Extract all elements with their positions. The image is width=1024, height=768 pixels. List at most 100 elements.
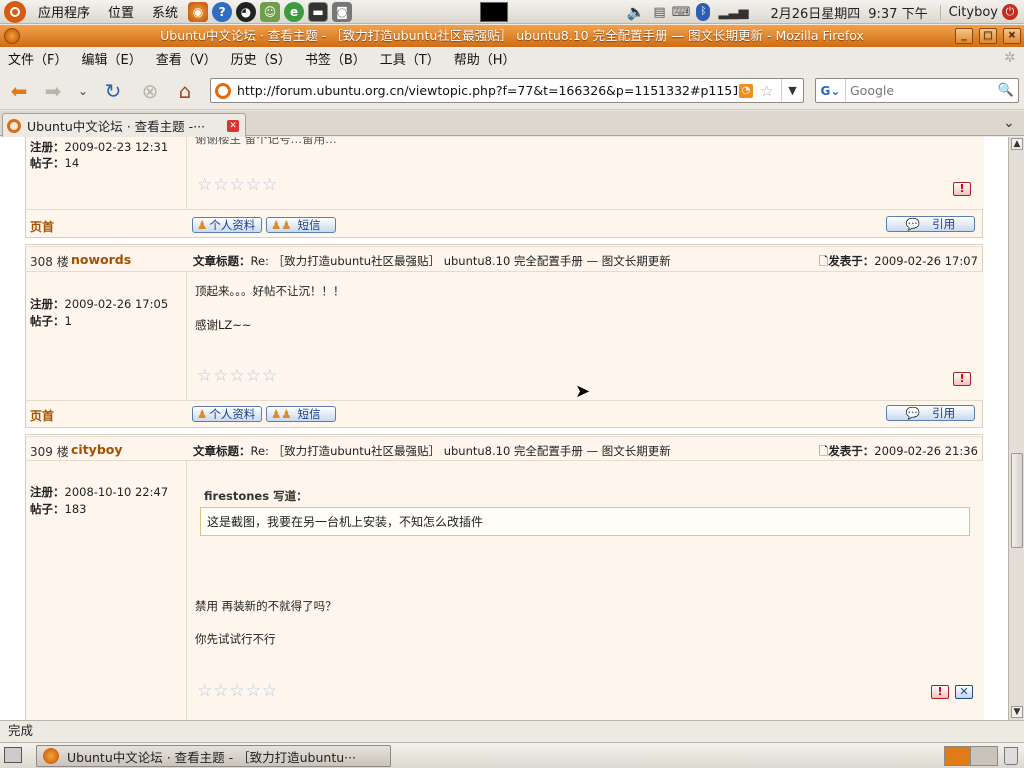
post-floor: 309 楼 bbox=[30, 445, 69, 459]
back-arrow-icon[interactable]: ⬅ bbox=[6, 78, 32, 104]
url-dropdown-icon[interactable]: ▼ bbox=[781, 79, 803, 102]
workspace-switcher[interactable] bbox=[944, 746, 998, 766]
menu-history[interactable]: 历史（S） bbox=[231, 49, 291, 68]
help-launcher-icon[interactable]: ? bbox=[212, 1, 233, 22]
scroll-up-arrow-icon[interactable]: ▲ bbox=[1011, 138, 1023, 150]
delete-post-icon[interactable]: ✕ bbox=[955, 685, 973, 699]
url-bar[interactable]: ◔ ☆ ▼ bbox=[210, 78, 804, 103]
search-bar[interactable]: G⌄ 🔍 bbox=[815, 78, 1019, 103]
report-post-icon[interactable]: ! bbox=[953, 372, 971, 386]
stop-icon[interactable]: ⊗ bbox=[137, 78, 163, 104]
workspace-2[interactable] bbox=[971, 747, 997, 765]
post-doc-icon: 🗋 bbox=[819, 444, 829, 458]
vertical-scrollbar[interactable]: ▲ ▼ bbox=[1008, 137, 1024, 720]
user-switcher[interactable]: Cityboy bbox=[939, 4, 998, 20]
top-link[interactable]: 页首 bbox=[30, 218, 54, 235]
firefox-launcher-icon[interactable]: ◉ bbox=[188, 1, 209, 22]
bluetooth-icon[interactable]: ᛒ bbox=[696, 3, 711, 21]
taskbar-firefox-button[interactable]: Ubuntu中文论坛 · 查看主题 - ［致力打造ubuntu··· bbox=[36, 745, 391, 767]
terminal-icon[interactable]: ▬ bbox=[308, 1, 329, 22]
clock-date[interactable]: 2月26日星期四 bbox=[770, 3, 860, 22]
menu-file[interactable]: 文件（F） bbox=[8, 49, 67, 68]
url-input[interactable] bbox=[237, 83, 737, 98]
post-text-line: 感谢LZ~~ bbox=[195, 318, 252, 332]
firefox-task-icon bbox=[43, 748, 59, 764]
post-author[interactable]: cityboy bbox=[71, 442, 123, 457]
screenshot-icon[interactable]: ◙ bbox=[332, 1, 353, 22]
users-icon: ♟♟ bbox=[271, 407, 292, 421]
report-post-icon[interactable]: ! bbox=[953, 182, 971, 196]
maximize-button[interactable]: □ bbox=[979, 28, 997, 44]
window-menu-icon[interactable] bbox=[4, 28, 20, 44]
tab-favicon-icon bbox=[7, 118, 21, 133]
system-menu[interactable]: 系统 bbox=[152, 2, 178, 21]
scroll-thumb[interactable] bbox=[1011, 453, 1023, 548]
menu-tools[interactable]: 工具（T） bbox=[380, 49, 440, 68]
rss-feed-icon[interactable]: ◔ bbox=[739, 83, 753, 98]
history-dropdown-icon[interactable]: ⌄ bbox=[70, 78, 96, 104]
report-post-icon[interactable]: ! bbox=[931, 685, 949, 699]
qq-penguin-icon[interactable]: ◕ bbox=[236, 1, 257, 22]
close-window-button[interactable]: ✕ bbox=[1003, 28, 1021, 44]
page-content: 注册：2009-02-23 12:31 帖子：14 谢谢楼主 留个记号…留用… … bbox=[0, 137, 1008, 720]
ie-launcher-icon[interactable]: e bbox=[284, 1, 305, 22]
power-icon[interactable]: ⏻ bbox=[1002, 4, 1018, 20]
posted-date: 2009-02-26 17:07 bbox=[874, 254, 978, 268]
posts-label: 帖子： bbox=[30, 156, 65, 170]
window-titlebar[interactable]: Ubuntu中文论坛 · 查看主题 - ［致力打造ubuntu社区最强贴］ ub… bbox=[0, 25, 1024, 47]
user-icon: ♟ bbox=[197, 407, 208, 421]
posted-label: 发表于： bbox=[828, 444, 875, 458]
search-input[interactable] bbox=[850, 83, 990, 98]
tab-forum[interactable]: Ubuntu中文论坛 · 查看主题 -··· ✕ bbox=[2, 113, 246, 137]
menu-bookmarks[interactable]: 书签（B） bbox=[305, 49, 366, 68]
menu-view[interactable]: 查看（V） bbox=[156, 49, 217, 68]
rating-stars-icon[interactable]: ☆☆☆☆☆ bbox=[197, 366, 278, 386]
menu-help[interactable]: 帮助（H） bbox=[454, 49, 516, 68]
profile-button[interactable]: ♟ 个人资料 bbox=[192, 406, 262, 422]
clock-time[interactable]: 9:37 下午 bbox=[868, 3, 927, 22]
user-icon: ♟ bbox=[197, 218, 208, 232]
post-body: 谢谢楼主 留个记号…留用… ☆☆☆☆☆ ! bbox=[186, 137, 984, 209]
workspace-1[interactable] bbox=[945, 747, 972, 765]
post-author[interactable]: nowords bbox=[71, 252, 131, 267]
pm-button[interactable]: ♟♟ 短信 bbox=[266, 406, 336, 422]
scroll-down-arrow-icon[interactable]: ▼ bbox=[1011, 706, 1023, 718]
search-magnifier-icon[interactable]: 🔍 bbox=[998, 83, 1014, 98]
ubuntu-logo-icon[interactable] bbox=[4, 0, 26, 23]
tab-list-chevron-icon[interactable]: ⌄ bbox=[1003, 115, 1015, 131]
home-icon[interactable]: ⌂ bbox=[172, 78, 198, 104]
keyboard-icon[interactable]: ⌨ bbox=[672, 5, 691, 20]
trash-icon[interactable] bbox=[1004, 747, 1018, 765]
post-count: 183 bbox=[64, 502, 87, 516]
show-desktop-icon[interactable] bbox=[4, 747, 22, 763]
menu-edit[interactable]: 编辑（E） bbox=[81, 49, 141, 68]
post-doc-icon: 🗋 bbox=[819, 254, 829, 268]
applications-menu[interactable]: 应用程序 bbox=[38, 2, 90, 21]
reload-icon[interactable]: ↻ bbox=[100, 78, 126, 104]
top-link[interactable]: 页首 bbox=[30, 407, 54, 424]
tab-close-icon[interactable]: ✕ bbox=[227, 119, 239, 132]
posted-label: 发表于： bbox=[828, 254, 875, 268]
post-body: firestones 写道： 这是截图，我要在另一台机上安装，不知怎么改插件 禁… bbox=[186, 461, 984, 720]
rating-stars-icon[interactable]: ☆☆☆☆☆ bbox=[197, 681, 278, 701]
black-window-icon[interactable] bbox=[480, 2, 508, 22]
contacts-icon[interactable]: ☺ bbox=[260, 1, 281, 22]
quote-button[interactable]: 💬 引用 bbox=[886, 405, 975, 421]
posts-label: 帖子： bbox=[30, 314, 65, 328]
profile-button[interactable]: ♟ 个人资料 bbox=[192, 217, 262, 233]
panel-tray: 🔈 ▤ ⌨ ᛒ ▂▃▅ 2月26日星期四 9:37 下午 Cityboy ⏻ bbox=[627, 0, 1024, 24]
network-signal-icon[interactable]: ▂▃▅ bbox=[718, 5, 748, 20]
post-separator bbox=[25, 237, 983, 245]
forward-arrow-icon[interactable]: ➡ bbox=[40, 78, 66, 104]
reg-label: 注册： bbox=[30, 485, 65, 499]
places-menu[interactable]: 位置 bbox=[108, 2, 134, 21]
google-engine-icon[interactable]: G⌄ bbox=[816, 79, 846, 102]
quote-button[interactable]: 💬 引用 bbox=[886, 216, 975, 232]
minimize-button[interactable]: _ bbox=[955, 28, 973, 44]
pm-button[interactable]: ♟♟ 短信 bbox=[266, 217, 336, 233]
volume-icon[interactable]: 🔈 bbox=[627, 3, 646, 21]
printer-icon[interactable]: ▤ bbox=[653, 5, 665, 20]
post-author-info: 注册：2009-02-23 12:31 帖子：14 bbox=[26, 137, 186, 209]
bookmark-star-icon[interactable]: ☆ bbox=[760, 82, 773, 100]
rating-stars-icon[interactable]: ☆☆☆☆☆ bbox=[197, 175, 278, 195]
